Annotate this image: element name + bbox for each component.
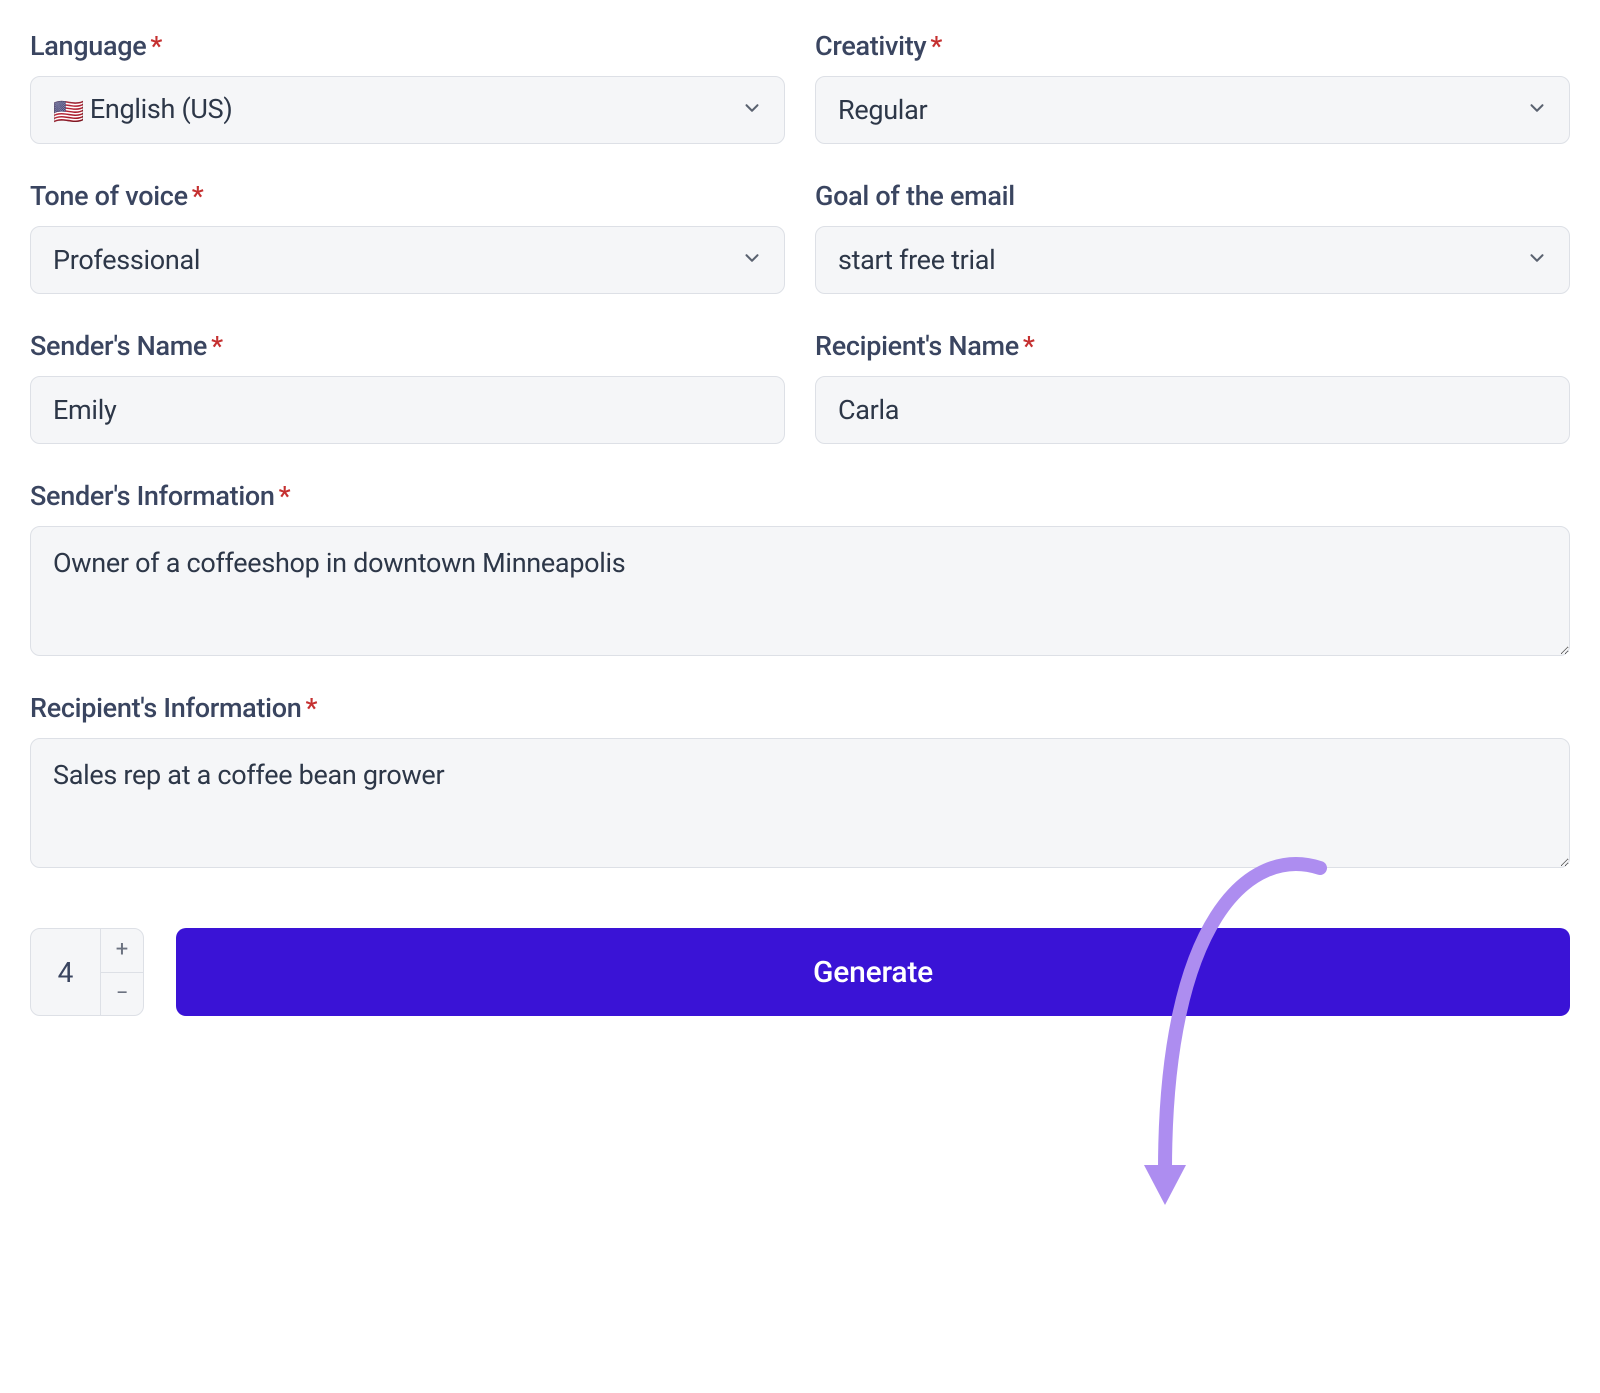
creativity-group: Creativity* Regular <box>815 30 1570 144</box>
goal-select-wrap: start free trial <box>815 226 1570 294</box>
quantity-stepper: 4 + − <box>30 928 144 1016</box>
sender-name-input[interactable] <box>30 376 785 444</box>
form-grid: Language* 🇺🇸English (US) Creativity* <box>30 30 1570 868</box>
goal-group: Goal of the email start free trial <box>815 180 1570 294</box>
recipient-name-group: Recipient's Name* <box>815 330 1570 444</box>
generate-button[interactable]: Generate <box>176 928 1570 1016</box>
required-marker: * <box>930 30 942 62</box>
tone-value: Professional <box>53 244 200 276</box>
recipient-name-label: Recipient's Name* <box>815 330 1570 362</box>
sender-info-group: Sender's Information* <box>30 480 1570 656</box>
plus-icon: + <box>116 939 128 961</box>
us-flag-icon: 🇺🇸 <box>53 98 84 127</box>
tone-group: Tone of voice* Professional <box>30 180 785 294</box>
recipient-info-textarea[interactable] <box>30 738 1570 868</box>
stepper-increment-button[interactable]: + <box>101 929 143 973</box>
arrow-annotation-icon <box>1130 850 1350 1220</box>
recipient-name-input[interactable] <box>815 376 1570 444</box>
recipient-info-label: Recipient's Information* <box>30 692 1570 724</box>
creativity-select[interactable]: Regular <box>815 76 1570 144</box>
required-marker: * <box>279 480 291 512</box>
goal-value: start free trial <box>838 244 995 276</box>
recipient-info-group: Recipient's Information* <box>30 692 1570 868</box>
tone-select-wrap: Professional <box>30 226 785 294</box>
footer-row: 4 + − Generate <box>30 928 1570 1016</box>
sender-name-group: Sender's Name* <box>30 330 785 444</box>
language-group: Language* 🇺🇸English (US) <box>30 30 785 144</box>
creativity-value: Regular <box>838 94 927 126</box>
goal-label: Goal of the email <box>815 180 1570 212</box>
minus-icon: − <box>116 983 129 1005</box>
language-label: Language* <box>30 30 785 62</box>
stepper-value[interactable]: 4 <box>31 929 101 1015</box>
tone-label: Tone of voice* <box>30 180 785 212</box>
required-marker: * <box>305 692 317 724</box>
required-marker: * <box>211 330 223 362</box>
stepper-controls: + − <box>101 929 143 1015</box>
tone-select[interactable]: Professional <box>30 226 785 294</box>
sender-name-label: Sender's Name* <box>30 330 785 362</box>
stepper-decrement-button[interactable]: − <box>101 973 143 1016</box>
form-container: Language* 🇺🇸English (US) Creativity* <box>30 30 1570 1016</box>
required-marker: * <box>1023 330 1035 362</box>
creativity-label: Creativity* <box>815 30 1570 62</box>
goal-select[interactable]: start free trial <box>815 226 1570 294</box>
creativity-select-wrap: Regular <box>815 76 1570 144</box>
sender-info-textarea[interactable] <box>30 526 1570 656</box>
language-select-wrap: 🇺🇸English (US) <box>30 76 785 144</box>
language-select[interactable]: 🇺🇸English (US) <box>30 76 785 144</box>
language-value: English (US) <box>90 93 233 125</box>
sender-info-label: Sender's Information* <box>30 480 1570 512</box>
required-marker: * <box>192 180 204 212</box>
required-marker: * <box>150 30 162 62</box>
